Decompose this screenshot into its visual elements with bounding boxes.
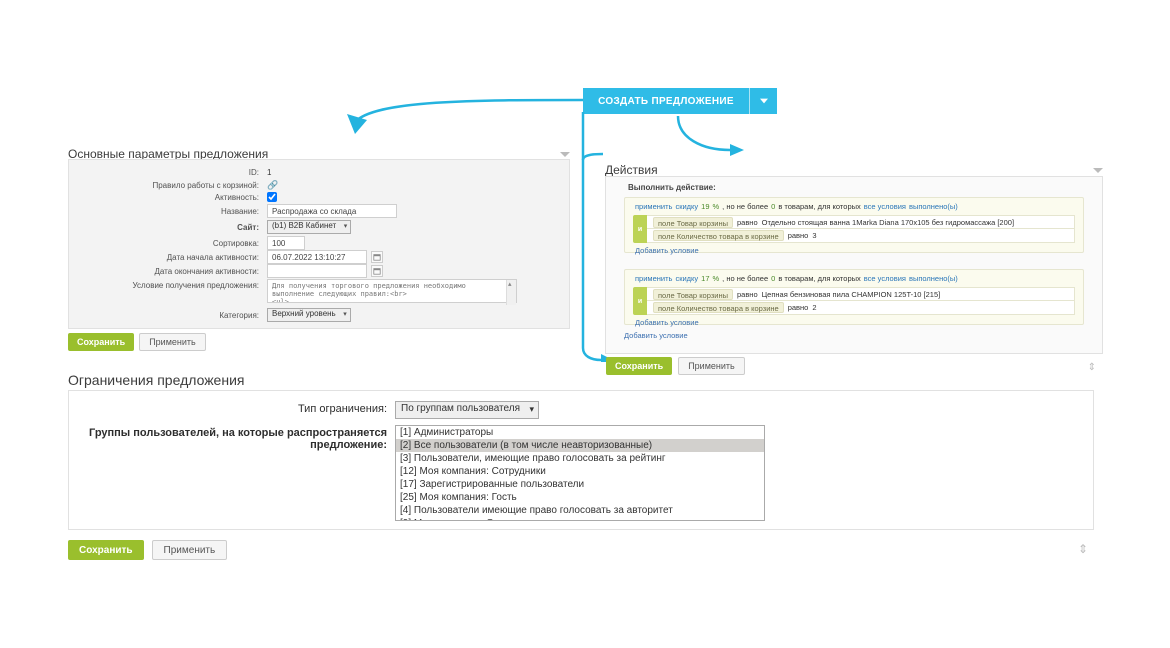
list-item[interactable]: [1] Администраторы (396, 426, 764, 439)
calendar-icon[interactable] (371, 251, 383, 263)
add-condition-link[interactable]: Добавить условие (625, 243, 1083, 255)
end-date-input[interactable] (267, 264, 367, 278)
condition-row[interactable]: поле Товар корзины равно Отдельно стояща… (647, 215, 1075, 229)
list-item[interactable]: [9] Моя компания: Отдел кадров (396, 517, 764, 521)
condition-row[interactable]: поле Товар корзины равно Цепная бензинов… (647, 287, 1075, 301)
start-date-label: Дата начала активности: (69, 253, 259, 262)
create-offer-label: СОЗДАТЬ ПРЕДЛОЖЕНИЕ (583, 96, 749, 107)
name-input[interactable] (267, 204, 397, 218)
create-offer-button[interactable]: СОЗДАТЬ ПРЕДЛОЖЕНИЕ (583, 88, 777, 114)
list-item[interactable]: [3] Пользователи, имеющие право голосова… (396, 452, 764, 465)
add-condition-link[interactable]: Добавить условие (625, 315, 1083, 327)
drag-icon[interactable]: ⇕ (1088, 362, 1096, 373)
active-checkbox[interactable] (267, 192, 277, 202)
params-save-button[interactable]: Сохранить (68, 333, 134, 351)
panel-restrict-footer: Сохранить Применить ⇕ (68, 538, 1094, 562)
rule-label: Правило работы с корзиной: (69, 181, 259, 190)
calendar-icon-2[interactable] (371, 265, 383, 277)
scrollbar[interactable] (506, 280, 516, 305)
rule-summary: применить скидку 17 % , но не более 0 в … (625, 270, 1083, 285)
condition-row[interactable]: поле Количество товара в корзине равно 2 (647, 301, 1075, 315)
create-offer-dropdown[interactable] (749, 88, 777, 114)
rule-handle[interactable]: и (633, 215, 647, 243)
actions-head: Выполнить действие: (628, 183, 716, 192)
cond-textarea[interactable]: Для получения торгового предложения необ… (267, 279, 517, 303)
panel-restrict: Тип ограничения: По группам пользователя… (68, 390, 1094, 530)
rule-block: применить скидку 19 % , но не более 0 в … (624, 197, 1084, 253)
panel-restrict-title: Ограничения предложения (68, 372, 244, 388)
panel-params: ID: 1 Правило работы с корзиной: 🔗 Актив… (68, 159, 570, 329)
end-date-label: Дата окончания активности: (69, 267, 259, 276)
list-item[interactable]: [17] Зарегистрированные пользователи (396, 478, 764, 491)
restrict-apply-button[interactable]: Применить (152, 540, 228, 560)
arrow-right-icon (672, 110, 752, 160)
sort-input[interactable] (267, 236, 305, 250)
list-item[interactable]: [12] Моя компания: Сотрудники (396, 465, 764, 478)
active-label: Активность: (69, 193, 259, 202)
list-item[interactable]: [2] Все пользователи (в том числе неавто… (396, 439, 764, 452)
site-label: Сайт: (69, 223, 259, 232)
restrict-save-button[interactable]: Сохранить (68, 540, 144, 560)
panel-actions-collapse-icon[interactable] (1093, 165, 1103, 175)
restrict-type-select[interactable]: По группам пользователя (395, 401, 539, 419)
cond-text-label: Условие получения предложения: (69, 279, 259, 290)
rule-handle[interactable]: и (633, 287, 647, 315)
list-item[interactable]: [25] Моя компания: Гость (396, 491, 764, 504)
actions-apply-button[interactable]: Применить (678, 357, 745, 375)
drag-icon[interactable]: ⇕ (1078, 542, 1088, 556)
user-groups-listbox[interactable]: [1] Администраторы[2] Все пользователи (… (395, 425, 765, 521)
category-label: Категория: (69, 311, 259, 320)
id-label: ID: (69, 168, 259, 177)
restrict-type-label: Тип ограничения: (89, 401, 387, 415)
panel-actions: Выполнить действие: применить скидку 19 … (605, 176, 1103, 354)
list-item[interactable]: [4] Пользователи имеющие право голосоват… (396, 504, 764, 517)
condition-row[interactable]: поле Количество товара в корзине равно 3 (647, 229, 1075, 243)
params-apply-button[interactable]: Применить (139, 333, 206, 351)
site-select[interactable]: (b1) B2B Кабинет (267, 220, 351, 234)
start-date-input[interactable] (267, 250, 367, 264)
arrow-left-icon (325, 86, 595, 146)
category-select[interactable]: Верхний уровень (267, 308, 351, 322)
panel-params-collapse-icon[interactable] (560, 149, 570, 159)
add-action-link[interactable]: Добавить условие (624, 331, 688, 340)
id-value: 1 (267, 168, 271, 177)
sort-label: Сортировка: (69, 239, 259, 248)
panel-actions-title: Действия (605, 163, 658, 177)
rule-summary: применить скидку 19 % , но не более 0 в … (625, 198, 1083, 213)
restrict-groups-label: Группы пользователей, на которые распрос… (89, 425, 387, 451)
actions-save-button[interactable]: Сохранить (606, 357, 672, 375)
link-icon[interactable]: 🔗 (267, 180, 278, 191)
rule-block: применить скидку 17 % , но не более 0 в … (624, 269, 1084, 325)
name-label: Название: (69, 207, 259, 216)
